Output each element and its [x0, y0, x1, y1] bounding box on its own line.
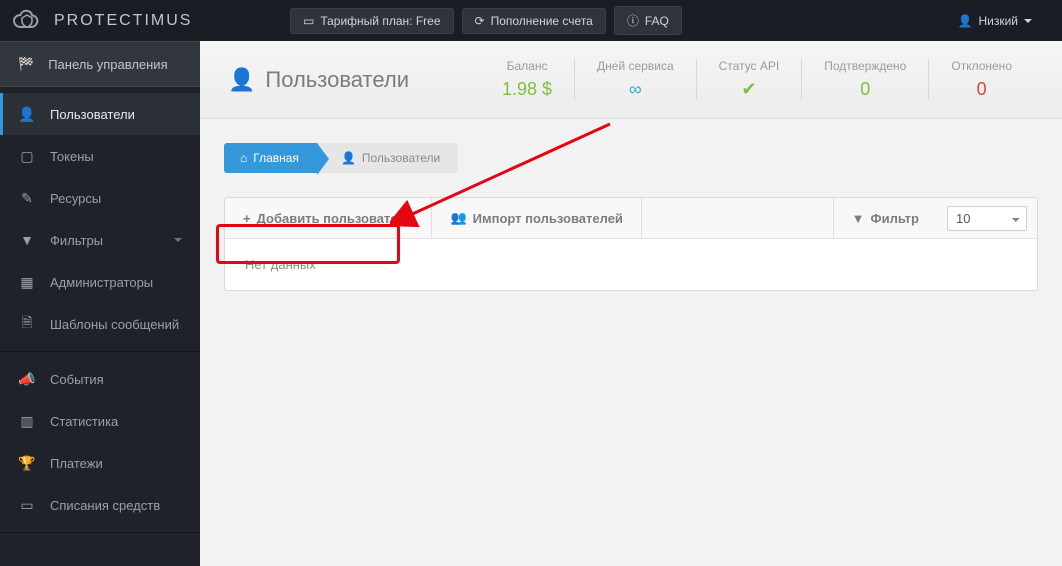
breadcrumb: ⌂ Главная 👤 Пользователи [224, 143, 1038, 173]
edit-icon: ✎ [18, 190, 36, 207]
stat-confirmed: Подтверждено 0 [801, 59, 928, 100]
refresh-icon: ⟳ [475, 14, 485, 28]
sidebar-item-stats[interactable]: ▥ Статистика [0, 400, 200, 442]
sidebar-item-users[interactable]: 👤 Пользователи [0, 93, 200, 135]
user-icon: 👤 [18, 106, 36, 123]
stat-api: Статус API ✔ [696, 59, 802, 100]
page-size-select[interactable]: 10 [947, 206, 1027, 231]
cloud-shield-icon [12, 9, 46, 33]
check-icon: ✔ [719, 79, 780, 100]
header-bar: 👤 Пользователи Баланс 1.98 $ Дней сервис… [200, 41, 1062, 119]
dashboard-icon: 🏁 [18, 56, 34, 72]
sidebar: 🏁 Панель управления 👤 Пользователи ▢ Ток… [0, 41, 200, 566]
trophy-icon: 🏆 [18, 455, 36, 472]
user-icon: 👤 [958, 14, 973, 28]
stat-balance: Баланс 1.98 $ [480, 59, 574, 100]
page-size-wrapper: 10 [937, 198, 1037, 238]
plan-button[interactable]: ▭ Тарифный план: Free [290, 8, 454, 34]
sidebar-item-debits[interactable]: ▭ Списания средств [0, 484, 200, 526]
topbar: PROTECTIMUS ▭ Тарифный план: Free ⟳ Попо… [0, 0, 1062, 41]
filter-button[interactable]: ▼ Фильтр [833, 198, 937, 238]
card-icon: ▭ [303, 14, 314, 28]
brand-text: PROTECTIMUS [54, 12, 192, 30]
chevron-down-icon [1024, 19, 1032, 23]
money-icon: ▭ [18, 497, 36, 514]
filter-icon: ▼ [852, 211, 865, 226]
panel-toolbar: + Добавить пользователя 👥 Импорт пользов… [225, 198, 1037, 239]
home-icon: ⌂ [240, 151, 247, 165]
brand-logo[interactable]: PROTECTIMUS [0, 0, 200, 41]
user-icon: 👤 [341, 151, 356, 165]
document-icon: 🗎 [18, 312, 36, 336]
user-menu[interactable]: 👤 Низкий [946, 9, 1044, 33]
breadcrumb-home[interactable]: ⌂ Главная [224, 143, 317, 173]
sidebar-item-resources[interactable]: ✎ Ресурсы [0, 177, 200, 219]
main: 👤 Пользователи Баланс 1.98 $ Дней сервис… [200, 41, 1062, 315]
content-area: ⌂ Главная 👤 Пользователи + Добавить поль… [200, 119, 1062, 315]
info-icon: ⓘ [627, 12, 639, 29]
bar-chart-icon: ▥ [18, 413, 36, 430]
sidebar-item-templates[interactable]: 🗎 Шаблоны сообщений [0, 303, 200, 345]
sidebar-item-payments[interactable]: 🏆 Платежи [0, 442, 200, 484]
users-panel: + Добавить пользователя 👥 Импорт пользов… [224, 197, 1038, 291]
page-title: 👤 Пользователи [228, 67, 409, 93]
filter-icon: ▼ [18, 232, 36, 248]
chevron-down-icon [174, 238, 182, 242]
sidebar-item-tokens[interactable]: ▢ Токены [0, 135, 200, 177]
megaphone-icon: 📣 [18, 371, 36, 388]
chart-icon: ▦ [18, 274, 36, 291]
stat-rejected: Отклонено 0 [928, 59, 1034, 100]
users-icon: 👥 [450, 210, 466, 226]
plus-icon: + [243, 211, 251, 226]
stat-days: Дней сервиса ∞ [574, 59, 696, 100]
sidebar-item-admins[interactable]: ▦ Администраторы [0, 261, 200, 303]
faq-button[interactable]: ⓘ FAQ [614, 6, 682, 35]
stats-bar: Баланс 1.98 $ Дней сервиса ∞ Статус API … [480, 59, 1034, 100]
sidebar-item-filters[interactable]: ▼ Фильтры [0, 219, 200, 261]
add-user-button[interactable]: + Добавить пользователя [225, 198, 432, 238]
user-icon: 👤 [228, 67, 255, 93]
table-empty: Нет данных [225, 239, 1037, 290]
topup-button[interactable]: ⟳ Пополнение счета [462, 8, 606, 34]
import-users-button[interactable]: 👥 Импорт пользователей [432, 198, 641, 238]
breadcrumb-current: 👤 Пользователи [317, 143, 458, 173]
infinity-icon: ∞ [597, 79, 674, 100]
sidebar-item-dashboard[interactable]: 🏁 Панель управления [0, 41, 200, 87]
device-icon: ▢ [18, 148, 36, 165]
sidebar-item-events[interactable]: 📣 События [0, 358, 200, 400]
